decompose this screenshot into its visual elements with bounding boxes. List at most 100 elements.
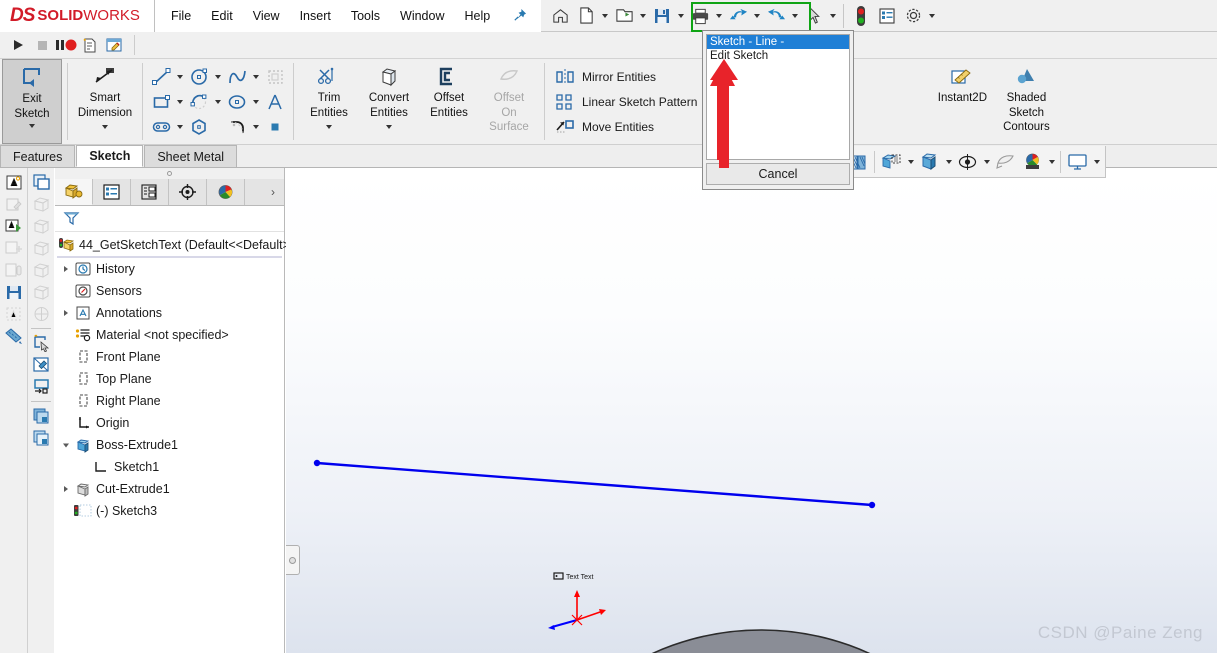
ellipse-tool-icon[interactable] bbox=[224, 89, 250, 114]
annotations-twisty-collapsed[interactable] bbox=[59, 309, 73, 317]
mirror-entities-row[interactable]: Mirror Entities bbox=[552, 64, 721, 89]
hide-show-items-icon[interactable] bbox=[954, 148, 981, 175]
history-twisty-collapsed[interactable] bbox=[59, 265, 73, 273]
paste-layers-icon[interactable] bbox=[29, 427, 53, 449]
macro-new-icon[interactable] bbox=[78, 34, 102, 56]
tree-item-front-plane[interactable]: Front Plane bbox=[55, 346, 284, 368]
arc-tool-dropdown-arrow[interactable] bbox=[212, 89, 224, 114]
undo-cancel-button[interactable]: Cancel bbox=[706, 163, 850, 185]
exit-sketch-dropdown-arrow[interactable] bbox=[29, 124, 35, 142]
settings-gear-icon[interactable] bbox=[900, 3, 926, 29]
move-entities-row[interactable]: Move Entities bbox=[552, 114, 721, 139]
arc-tool-icon[interactable] bbox=[186, 89, 212, 114]
spline-tool-icon[interactable] bbox=[224, 64, 250, 89]
display-style-icon[interactable] bbox=[916, 148, 943, 175]
new-document-dropdown-arrow[interactable] bbox=[599, 3, 611, 29]
cut-extrude-twisty-collapsed[interactable] bbox=[59, 485, 73, 493]
macro-edit-icon[interactable] bbox=[102, 34, 126, 56]
tab-features[interactable]: Features bbox=[0, 145, 76, 167]
point-tool-icon[interactable] bbox=[262, 114, 288, 139]
hide-show-dropdown-arrow[interactable] bbox=[981, 148, 992, 175]
menu-item-help[interactable]: Help bbox=[455, 4, 501, 28]
print-dropdown-arrow[interactable] bbox=[713, 3, 725, 29]
export-view-icon[interactable] bbox=[29, 376, 53, 398]
macro-record-icon[interactable] bbox=[54, 34, 78, 56]
measure-tool-icon[interactable] bbox=[2, 325, 26, 347]
offset-entities-button[interactable]: Offset Entities bbox=[419, 59, 479, 144]
line-tool-dropdown-arrow[interactable] bbox=[174, 64, 186, 89]
view-settings-icon[interactable] bbox=[1064, 148, 1091, 175]
save-icon[interactable] bbox=[649, 3, 675, 29]
instant2d-button[interactable]: Instant2D bbox=[930, 59, 994, 144]
property-manager-tab[interactable] bbox=[93, 179, 131, 205]
tree-item-sketch3[interactable]: (-) Sketch3 bbox=[55, 500, 284, 522]
note-icon[interactable] bbox=[2, 171, 26, 193]
more-tabs-chevron-icon[interactable]: › bbox=[262, 179, 284, 205]
tree-item-sketch1[interactable]: Sketch1 bbox=[55, 456, 284, 478]
apply-scene-dropdown-arrow[interactable] bbox=[1046, 148, 1057, 175]
dimxpert-manager-tab[interactable] bbox=[169, 179, 207, 205]
home-icon[interactable] bbox=[547, 3, 573, 29]
shaded-sketch-contours-button[interactable]: Shaded Sketch Contours bbox=[994, 59, 1058, 144]
save-dropdown-arrow[interactable] bbox=[675, 3, 687, 29]
view-settings-dropdown-arrow[interactable] bbox=[1091, 148, 1102, 175]
line-tool-icon[interactable] bbox=[148, 64, 174, 89]
menu-item-window[interactable]: Window bbox=[390, 4, 454, 28]
select-dropdown-arrow[interactable] bbox=[827, 3, 839, 29]
open-folder-icon[interactable] bbox=[611, 3, 637, 29]
ellipse-tool-dropdown-arrow[interactable] bbox=[250, 89, 262, 114]
edit-appearance-icon[interactable] bbox=[992, 148, 1019, 175]
new-selection-icon[interactable] bbox=[29, 332, 53, 354]
undo-history-item-edit-sketch[interactable]: Edit Sketch bbox=[707, 49, 849, 63]
circle-tool-dropdown-arrow[interactable] bbox=[212, 64, 224, 89]
tree-item-origin[interactable]: Origin bbox=[55, 412, 284, 434]
polygon-tool-icon[interactable] bbox=[186, 114, 212, 139]
rectangle-tool-icon[interactable] bbox=[148, 89, 174, 114]
solidworks-logo[interactable]: DS SOLIDWORKS bbox=[0, 0, 155, 32]
tree-filter-row[interactable] bbox=[55, 206, 284, 232]
tree-item-sensors[interactable]: Sensors bbox=[55, 280, 284, 302]
view-orientation-icon[interactable] bbox=[878, 148, 905, 175]
rebuild-traffic-light-icon[interactable] bbox=[848, 3, 874, 29]
smart-dimension-dropdown-arrow[interactable] bbox=[102, 125, 108, 143]
slot-tool-icon[interactable] bbox=[148, 114, 174, 139]
spline-tool-dropdown-arrow[interactable] bbox=[250, 64, 262, 89]
offset-on-surface-button[interactable]: Offset On Surface bbox=[479, 59, 539, 144]
macro-stop-icon[interactable] bbox=[30, 34, 54, 56]
panel-collapse-handle[interactable] bbox=[286, 545, 300, 575]
undo-history-item-sketch-line[interactable]: Sketch - Line - bbox=[707, 35, 849, 49]
display-style-dropdown-arrow[interactable] bbox=[943, 148, 954, 175]
options-list-icon[interactable] bbox=[874, 3, 900, 29]
trim-entities-button[interactable]: Trim Entities bbox=[299, 59, 359, 144]
display-manager-tab[interactable] bbox=[207, 179, 245, 205]
undo-icon[interactable] bbox=[725, 3, 751, 29]
settings-dropdown-arrow[interactable] bbox=[926, 3, 938, 29]
select-cursor-icon[interactable] bbox=[801, 3, 827, 29]
apply-scene-icon[interactable] bbox=[1019, 148, 1046, 175]
tree-item-top-plane[interactable]: Top Plane bbox=[55, 368, 284, 390]
save-note-icon[interactable] bbox=[2, 281, 26, 303]
trim-entities-dropdown-arrow[interactable] bbox=[326, 125, 332, 143]
menu-item-insert[interactable]: Insert bbox=[290, 4, 341, 28]
menu-item-tools[interactable]: Tools bbox=[341, 4, 390, 28]
boss-extrude-twisty-expanded[interactable] bbox=[59, 442, 73, 449]
tab-sketch[interactable]: Sketch bbox=[76, 145, 144, 167]
sketch-pattern-dim-icon[interactable] bbox=[262, 64, 288, 89]
copy-layers-icon[interactable] bbox=[29, 405, 53, 427]
slot-tool-dropdown-arrow[interactable] bbox=[174, 114, 186, 139]
isometric-view-icon[interactable] bbox=[29, 171, 53, 193]
menu-item-file[interactable]: File bbox=[161, 4, 201, 28]
print-icon[interactable] bbox=[687, 3, 713, 29]
tab-sheet-metal[interactable]: Sheet Metal bbox=[144, 145, 238, 167]
graphics-area[interactable]: Text Text CSDN @Paine Zeng bbox=[286, 168, 1217, 653]
linear-sketch-pattern-row[interactable]: Linear Sketch Pattern bbox=[552, 89, 721, 114]
tree-item-right-plane[interactable]: Right Plane bbox=[55, 390, 284, 412]
menu-item-view[interactable]: View bbox=[243, 4, 290, 28]
convert-entities-dropdown-arrow[interactable] bbox=[386, 125, 392, 143]
tree-item-boss-extrude1[interactable]: Boss-Extrude1 bbox=[55, 434, 284, 456]
pushpin-icon[interactable] bbox=[512, 8, 527, 23]
redo-icon[interactable] bbox=[763, 3, 789, 29]
sketch-text-icon[interactable] bbox=[262, 89, 288, 114]
macro-run-icon[interactable] bbox=[6, 34, 30, 56]
configuration-manager-tab[interactable] bbox=[131, 179, 169, 205]
